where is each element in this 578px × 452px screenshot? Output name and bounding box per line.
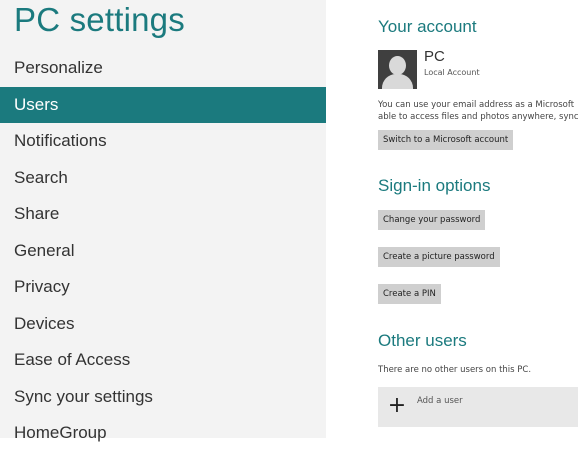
add-user-button[interactable]: + Add a user: [378, 387, 578, 427]
nav-item-sync-settings[interactable]: Sync your settings: [0, 379, 326, 416]
add-user-label: Add a user: [417, 396, 463, 406]
avatar: [378, 50, 417, 89]
settings-nav: Personalize Users Notifications Search S…: [0, 50, 326, 452]
nav-item-ease-of-access[interactable]: Ease of Access: [0, 342, 326, 379]
users-pane: Your account PC Local Account You can us…: [378, 0, 578, 438]
sidebar: PC settings Personalize Users Notificati…: [0, 0, 326, 442]
account-type: Local Account: [424, 68, 480, 77]
plus-icon: +: [387, 393, 407, 418]
nav-item-share[interactable]: Share: [0, 196, 326, 233]
page-title: PC settings: [14, 1, 185, 38]
nav-item-users[interactable]: Users: [0, 86, 326, 123]
nav-item-notifications[interactable]: Notifications: [0, 123, 326, 160]
account-info-line-1: You can use your email address as a Micr…: [378, 100, 575, 110]
other-users-heading: Other users: [378, 331, 467, 350]
avatar-head-shape: [389, 56, 406, 75]
create-picture-password-button[interactable]: Create a picture password: [378, 247, 500, 267]
account-name: PC: [424, 48, 445, 65]
sign-in-options-heading: Sign-in options: [378, 176, 491, 195]
other-users-info: There are no other users on this PC.: [378, 365, 532, 375]
nav-item-devices[interactable]: Devices: [0, 306, 326, 343]
nav-item-personalize[interactable]: Personalize: [0, 50, 326, 87]
nav-item-search[interactable]: Search: [0, 160, 326, 197]
nav-item-privacy[interactable]: Privacy: [0, 269, 326, 306]
create-pin-button[interactable]: Create a PIN: [378, 284, 441, 304]
account-info-line-2: able to access files and photos anywhere…: [378, 112, 578, 122]
nav-item-general[interactable]: General: [0, 233, 326, 270]
change-password-button[interactable]: Change your password: [378, 210, 486, 230]
your-account-heading: Your account: [378, 17, 477, 36]
switch-to-microsoft-account-button[interactable]: Switch to a Microsoft account: [378, 130, 514, 150]
avatar-body-shape: [382, 74, 413, 89]
nav-item-homegroup[interactable]: HomeGroup: [0, 415, 326, 452]
